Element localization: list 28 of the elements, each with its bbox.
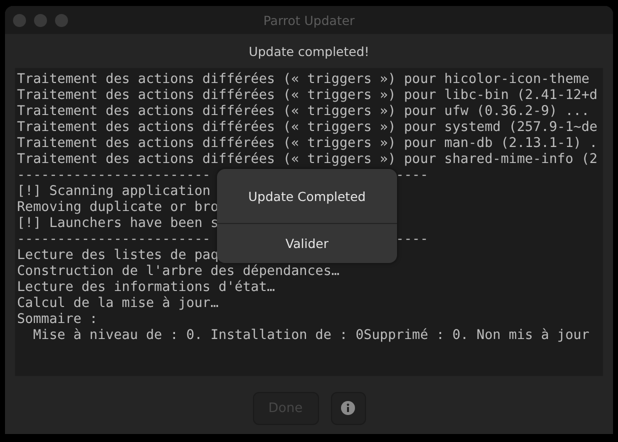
- log-line: Traitement des actions différées (« triggers ») pour ufw (0.36.2-9) ...: [17, 104, 590, 119]
- info-button[interactable]: [330, 392, 366, 424]
- log-line: Traitement des actions différées (« triggers ») pour systemd (257.9-1~de: [17, 120, 598, 135]
- window-control[interactable]: [55, 14, 68, 26]
- log-line: Calcul de la mise à jour…: [17, 296, 219, 311]
- log-line: [!] Launchers have been s: [17, 216, 219, 231]
- log-line: ----: [396, 232, 428, 248]
- log-line: Traitement des actions différées (« triggers ») pour shared-mime-info (2: [17, 152, 598, 167]
- window-title: Parrot Updater: [263, 12, 355, 28]
- log-line: ------------------------: [17, 168, 210, 183]
- log-line: ----: [396, 168, 428, 184]
- dialog-message: Update Completed: [248, 188, 366, 204]
- window-control[interactable]: [13, 14, 26, 26]
- log-line: Lecture des listes de paq: [17, 248, 219, 263]
- log-line: Sommaire :: [17, 312, 98, 327]
- log-line: Traitement des actions différées (« triggers ») pour hicolor-icon-theme: [17, 72, 590, 87]
- log-line: Lecture des informations d'état…: [17, 280, 275, 295]
- info-icon: [341, 401, 355, 415]
- log-line: [!] Scanning application: [17, 184, 210, 199]
- log-line: Construction de l'arbre des dépendances…: [17, 264, 340, 279]
- status-heading: Update completed!: [248, 44, 370, 58]
- window-control[interactable]: [34, 14, 47, 26]
- log-line: Mise à niveau de : 0. Installation de : 0Supprimé : 0. Non mis à jour: [32, 328, 590, 343]
- confirm-button[interactable]: Valider: [217, 224, 397, 263]
- log-line: ------------------------: [17, 232, 210, 247]
- log-line: Traitement des actions différées (« triggers ») pour libc-bin (2.41-12+d: [17, 88, 598, 103]
- log-line: Traitement des actions différées (« triggers ») pour man-db (2.13.1-1) .: [17, 136, 598, 151]
- log-line: Removing duplicate or bro: [17, 200, 219, 215]
